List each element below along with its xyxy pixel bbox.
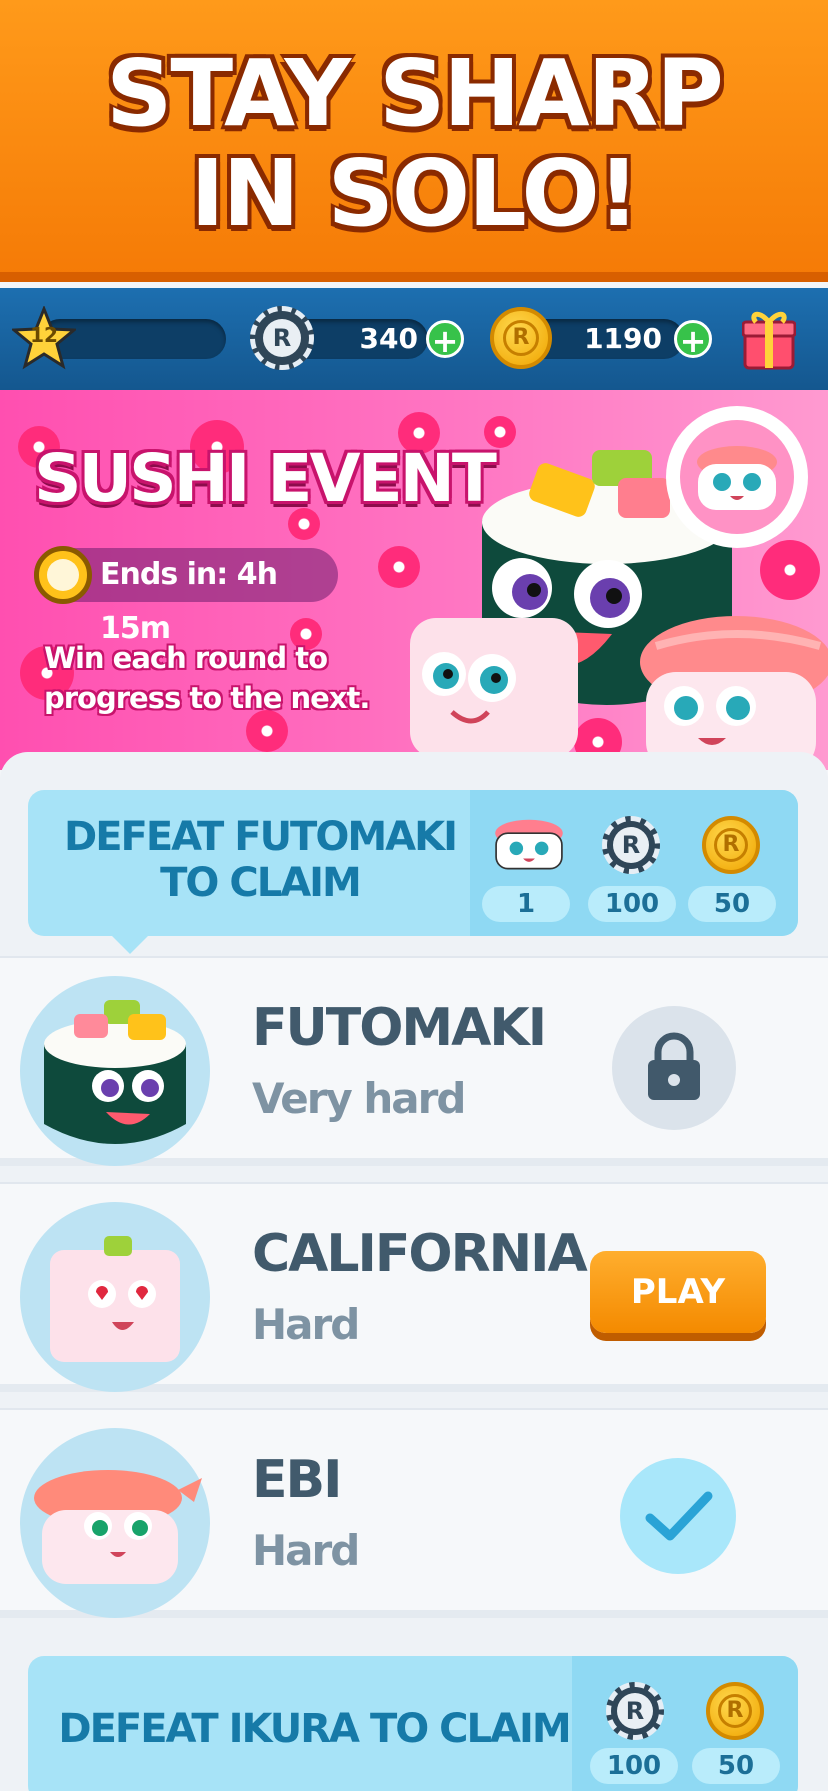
promo-title-line1: STAY SHARP xyxy=(106,40,724,147)
event-title: SUSHI EVENT xyxy=(34,440,497,517)
event-timer: Ends in: 4h 15m xyxy=(34,546,338,646)
sushi-icon xyxy=(495,819,563,870)
promo-banner: STAY SHARP IN SOLO! xyxy=(0,0,828,282)
sushi-reward-badge xyxy=(666,406,808,548)
add-coins-button[interactable]: + xyxy=(674,320,712,359)
promo-title-line2: IN SOLO! xyxy=(190,140,639,247)
event-description: Win each round to progress to the next. xyxy=(44,641,370,715)
opponent-row-ebi[interactable]: EBI Hard xyxy=(0,1408,828,1618)
play-button[interactable]: PLAY xyxy=(590,1251,766,1333)
ebi-character-illustration xyxy=(640,616,828,770)
opponent-row-futomaki[interactable]: FUTOMAKI Very hard xyxy=(0,956,828,1166)
level-number: 12 xyxy=(30,323,58,347)
reward-value: 1 xyxy=(482,886,570,922)
blossom-icon xyxy=(760,540,820,600)
sushi-icon xyxy=(697,446,777,510)
reward-value: 50 xyxy=(688,886,776,922)
blossom-icon xyxy=(378,546,420,588)
currency-bar: 12 340 R + 1190 R + xyxy=(0,288,828,390)
sushi-event-banner[interactable]: SUSHI EVENT Ends in: 4h 15m Win each rou… xyxy=(0,390,828,770)
locked-button[interactable] xyxy=(612,1006,736,1130)
opponent-difficulty: Hard xyxy=(252,1526,360,1575)
ebi-avatar xyxy=(20,1428,210,1618)
claim-text: DEFEAT FUTOMAKI TO CLAIM xyxy=(64,814,458,906)
coin-icon: R xyxy=(702,816,760,874)
opponent-difficulty: Hard xyxy=(252,1300,360,1349)
reward-value: 50 xyxy=(692,1748,780,1784)
reward-list: R 100 R 50 xyxy=(572,1656,798,1791)
claim-text: DEFEAT IKURA TO CLAIM xyxy=(58,1706,571,1752)
opponent-name: CALIFORNIA xyxy=(252,1224,588,1284)
reward-value: 100 xyxy=(590,1748,678,1784)
reward-claim-card-futomaki: DEFEAT FUTOMAKI TO CLAIM 1 R 100 R 50 xyxy=(28,790,798,936)
coin-icon: R xyxy=(490,307,552,369)
chip-icon: R xyxy=(250,306,314,370)
opponent-name: FUTOMAKI xyxy=(252,998,547,1058)
completed-badge xyxy=(620,1458,736,1574)
reward-list: 1 R 100 R 50 xyxy=(470,790,798,936)
add-chips-button[interactable]: + xyxy=(426,320,464,359)
california-avatar xyxy=(20,1202,210,1392)
futomaki-avatar xyxy=(20,976,210,1166)
chip-icon: R xyxy=(602,816,660,874)
gift-icon[interactable] xyxy=(742,306,796,370)
reward-claim-card-ikura: DEFEAT IKURA TO CLAIM R 100 R 50 xyxy=(28,1656,798,1791)
lock-icon xyxy=(648,1032,700,1100)
stopwatch-icon xyxy=(34,546,92,604)
checkmark-icon xyxy=(645,1491,713,1541)
claim-pointer xyxy=(112,936,148,954)
california-character-illustration xyxy=(410,618,578,758)
reward-value: 100 xyxy=(588,886,676,922)
opponent-name: EBI xyxy=(252,1450,343,1510)
opponent-row-california[interactable]: CALIFORNIA Hard PLAY xyxy=(0,1182,828,1392)
opponent-difficulty: Very hard xyxy=(252,1074,466,1123)
coin-icon: R xyxy=(706,1682,764,1740)
chip-icon: R xyxy=(606,1682,664,1740)
